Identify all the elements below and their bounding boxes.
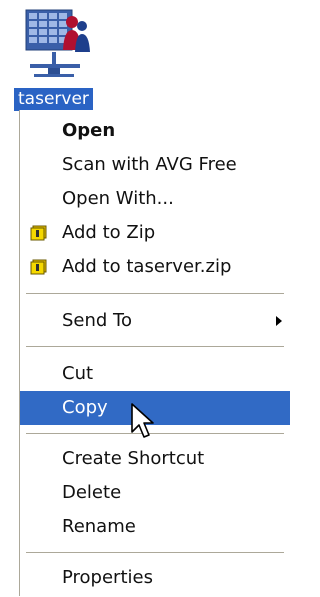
menu-item-label: Cut: [62, 363, 94, 384]
menu-item-label: Scan with AVG Free: [62, 154, 237, 175]
menu-separator: [26, 552, 284, 554]
menu-item-label: Delete: [62, 482, 122, 503]
menu-item-properties[interactable]: Properties: [20, 561, 290, 595]
menu-item-label: Properties: [62, 567, 153, 588]
mouse-pointer-icon: [131, 403, 154, 438]
menu-separator: [26, 346, 284, 348]
menu-item-label: Add to Zip: [62, 222, 156, 243]
menu-item-cut[interactable]: Cut: [20, 357, 290, 391]
menu-item-label: Create Shortcut: [62, 448, 205, 469]
menu-item-add-to-taserver-zip[interactable]: Add to taserver.zip: [20, 250, 290, 284]
menu-item-create-shortcut[interactable]: Create Shortcut: [20, 442, 290, 476]
menu-item-delete[interactable]: Delete: [20, 476, 290, 510]
submenu-arrow-icon: [276, 316, 282, 326]
zip-archive-icon: [30, 259, 47, 275]
menu-item-label: Open With...: [62, 188, 174, 209]
menu-item-label: Rename: [62, 516, 136, 537]
desktop-icon-taserver[interactable]: taserver: [14, 8, 94, 111]
menu-item-scan-avg[interactable]: Scan with AVG Free: [20, 148, 290, 182]
menu-item-label: Open: [62, 120, 116, 141]
zip-archive-icon: [30, 225, 47, 241]
desktop: taserver Open Scan with AVG Free Open Wi…: [0, 0, 290, 597]
context-menu: Open Scan with AVG Free Open With... Add…: [19, 110, 290, 596]
menu-item-rename[interactable]: Rename: [20, 510, 290, 544]
desktop-icon-label: taserver: [14, 88, 93, 111]
menu-item-send-to[interactable]: Send To: [20, 304, 290, 338]
menu-item-add-to-zip[interactable]: Add to Zip: [20, 216, 290, 250]
menu-item-label: Copy: [62, 397, 108, 418]
menu-item-open[interactable]: Open: [20, 114, 290, 148]
network-users-icon: [25, 9, 90, 77]
menu-item-open-with[interactable]: Open With...: [20, 182, 290, 216]
menu-item-label: Add to taserver.zip: [62, 256, 232, 277]
menu-separator: [26, 293, 284, 295]
menu-item-label: Send To: [62, 310, 133, 331]
